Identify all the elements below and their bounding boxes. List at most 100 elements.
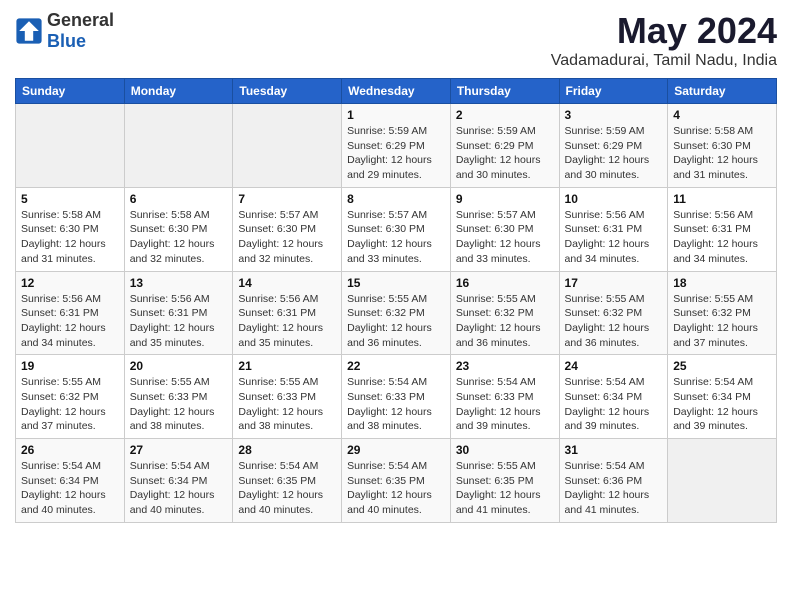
day-info: Sunrise: 5:54 AM Sunset: 6:36 PM Dayligh… [565,459,663,518]
calendar-week-1: 1 Sunrise: 5:59 AM Sunset: 6:29 PM Daylig… [16,104,777,188]
calendar-week-4: 19Sunrise: 5:55 AM Sunset: 6:32 PM Dayli… [16,355,777,439]
calendar-cell: 30 Sunrise: 5:55 AM Sunset: 6:35 PM Dayli… [450,439,559,523]
calendar-cell: 25Sunrise: 5:54 AM Sunset: 6:34 PM Dayli… [668,355,777,439]
day-info: Sunrise: 5:54 AM Sunset: 6:35 PM Dayligh… [347,459,445,518]
day-info: Sunrise: 5:59 AM Sunset: 6:29 PM Dayligh… [565,124,663,183]
calendar-week-5: 26 Sunrise: 5:54 AM Sunset: 6:34 PM Dayli… [16,439,777,523]
calendar-table: SundayMondayTuesdayWednesdayThursdayFrid… [15,78,777,523]
day-info: Sunrise: 5:57 AM Sunset: 6:30 PM Dayligh… [347,208,445,267]
day-info: Sunrise: 5:55 AM Sunset: 6:32 PM Dayligh… [565,292,663,351]
calendar-cell: 8 Sunrise: 5:57 AM Sunset: 6:30 PM Daylig… [342,187,451,271]
calendar-cell: 9 Sunrise: 5:57 AM Sunset: 6:30 PM Daylig… [450,187,559,271]
calendar-cell: 18 Sunrise: 5:55 AM Sunset: 6:32 PM Dayli… [668,271,777,355]
calendar-cell: 13Sunrise: 5:56 AM Sunset: 6:31 PM Dayli… [124,271,233,355]
day-info: Sunrise: 5:57 AM Sunset: 6:30 PM Dayligh… [456,208,554,267]
day-info: Sunrise: 5:59 AM Sunset: 6:29 PM Dayligh… [456,124,554,183]
day-number: 2 [456,108,554,122]
calendar-cell: 14 Sunrise: 5:56 AM Sunset: 6:31 PM Dayli… [233,271,342,355]
day-number: 19 [21,359,119,373]
day-number: 3 [565,108,663,122]
calendar-header-row: SundayMondayTuesdayWednesdayThursdayFrid… [16,79,777,104]
calendar-cell: 5Sunrise: 5:58 AM Sunset: 6:30 PM Daylig… [16,187,125,271]
calendar-cell [124,104,233,188]
day-number: 27 [130,443,228,457]
day-info: Sunrise: 5:56 AM Sunset: 6:31 PM Dayligh… [238,292,336,351]
page-header: General Blue May 2024 Vadamadurai, Tamil… [15,10,777,70]
calendar-body: 1 Sunrise: 5:59 AM Sunset: 6:29 PM Daylig… [16,104,777,523]
calendar-header-thursday: Thursday [450,79,559,104]
calendar-cell: 26 Sunrise: 5:54 AM Sunset: 6:34 PM Dayli… [16,439,125,523]
location-title: Vadamadurai, Tamil Nadu, India [551,52,777,70]
day-info: Sunrise: 5:59 AM Sunset: 6:29 PM Dayligh… [347,124,445,183]
day-number: 10 [565,192,663,206]
day-info: Sunrise: 5:54 AM Sunset: 6:33 PM Dayligh… [456,375,554,434]
day-info: Sunrise: 5:54 AM Sunset: 6:35 PM Dayligh… [238,459,336,518]
calendar-cell: 19Sunrise: 5:55 AM Sunset: 6:32 PM Dayli… [16,355,125,439]
calendar-cell: 1 Sunrise: 5:59 AM Sunset: 6:29 PM Daylig… [342,104,451,188]
calendar-cell: 6Sunrise: 5:58 AM Sunset: 6:30 PM Daylig… [124,187,233,271]
day-info: Sunrise: 5:55 AM Sunset: 6:32 PM Dayligh… [673,292,771,351]
day-number: 13 [130,276,228,290]
logo-icon [15,17,43,45]
day-info: Sunrise: 5:54 AM Sunset: 6:34 PM Dayligh… [21,459,119,518]
day-number: 5 [21,192,119,206]
day-number: 22 [347,359,445,373]
day-number: 17 [565,276,663,290]
calendar-header-friday: Friday [559,79,668,104]
day-number: 23 [456,359,554,373]
calendar-cell: 24Sunrise: 5:54 AM Sunset: 6:34 PM Dayli… [559,355,668,439]
calendar-header-saturday: Saturday [668,79,777,104]
day-number: 9 [456,192,554,206]
logo: General Blue [15,10,114,52]
calendar-cell: 27Sunrise: 5:54 AM Sunset: 6:34 PM Dayli… [124,439,233,523]
day-number: 16 [456,276,554,290]
calendar-cell: 29 Sunrise: 5:54 AM Sunset: 6:35 PM Dayli… [342,439,451,523]
day-info: Sunrise: 5:56 AM Sunset: 6:31 PM Dayligh… [673,208,771,267]
calendar-header-monday: Monday [124,79,233,104]
calendar-cell: 21Sunrise: 5:55 AM Sunset: 6:33 PM Dayli… [233,355,342,439]
calendar-cell: 3 Sunrise: 5:59 AM Sunset: 6:29 PM Daylig… [559,104,668,188]
day-number: 7 [238,192,336,206]
calendar-cell [233,104,342,188]
day-number: 30 [456,443,554,457]
calendar-cell: 15 Sunrise: 5:55 AM Sunset: 6:32 PM Dayli… [342,271,451,355]
day-number: 8 [347,192,445,206]
calendar-cell: 23 Sunrise: 5:54 AM Sunset: 6:33 PM Dayli… [450,355,559,439]
calendar-header-sunday: Sunday [16,79,125,104]
month-title: May 2024 [551,10,777,52]
day-number: 15 [347,276,445,290]
calendar-cell: 28 Sunrise: 5:54 AM Sunset: 6:35 PM Dayli… [233,439,342,523]
calendar-header-tuesday: Tuesday [233,79,342,104]
day-number: 29 [347,443,445,457]
calendar-cell: 7 Sunrise: 5:57 AM Sunset: 6:30 PM Daylig… [233,187,342,271]
calendar-cell: 10 Sunrise: 5:56 AM Sunset: 6:31 PM Dayli… [559,187,668,271]
day-number: 18 [673,276,771,290]
day-number: 26 [21,443,119,457]
day-info: Sunrise: 5:54 AM Sunset: 6:34 PM Dayligh… [673,375,771,434]
logo-text: General Blue [47,10,114,52]
day-number: 11 [673,192,771,206]
day-info: Sunrise: 5:55 AM Sunset: 6:35 PM Dayligh… [456,459,554,518]
calendar-cell: 20Sunrise: 5:55 AM Sunset: 6:33 PM Dayli… [124,355,233,439]
day-number: 1 [347,108,445,122]
title-block: May 2024 Vadamadurai, Tamil Nadu, India [551,10,777,70]
day-number: 4 [673,108,771,122]
calendar-week-3: 12Sunrise: 5:56 AM Sunset: 6:31 PM Dayli… [16,271,777,355]
day-number: 28 [238,443,336,457]
calendar-cell: 12Sunrise: 5:56 AM Sunset: 6:31 PM Dayli… [16,271,125,355]
day-info: Sunrise: 5:55 AM Sunset: 6:32 PM Dayligh… [347,292,445,351]
calendar-cell: 17 Sunrise: 5:55 AM Sunset: 6:32 PM Dayli… [559,271,668,355]
day-info: Sunrise: 5:57 AM Sunset: 6:30 PM Dayligh… [238,208,336,267]
day-info: Sunrise: 5:55 AM Sunset: 6:33 PM Dayligh… [238,375,336,434]
day-info: Sunrise: 5:56 AM Sunset: 6:31 PM Dayligh… [565,208,663,267]
calendar-cell [16,104,125,188]
calendar-cell: 22 Sunrise: 5:54 AM Sunset: 6:33 PM Dayli… [342,355,451,439]
logo-blue: Blue [47,31,86,51]
calendar-cell: 16Sunrise: 5:55 AM Sunset: 6:32 PM Dayli… [450,271,559,355]
calendar-week-2: 5 Sunrise: 5:58 AM Sunset: 6:30 PM Daylig… [16,187,777,271]
day-info: Sunrise: 5:54 AM Sunset: 6:33 PM Dayligh… [347,375,445,434]
day-number: 20 [130,359,228,373]
calendar-cell: 4Sunrise: 5:58 AM Sunset: 6:30 PM Daylig… [668,104,777,188]
day-number: 14 [238,276,336,290]
day-info: Sunrise: 5:58 AM Sunset: 6:30 PM Dayligh… [130,208,228,267]
